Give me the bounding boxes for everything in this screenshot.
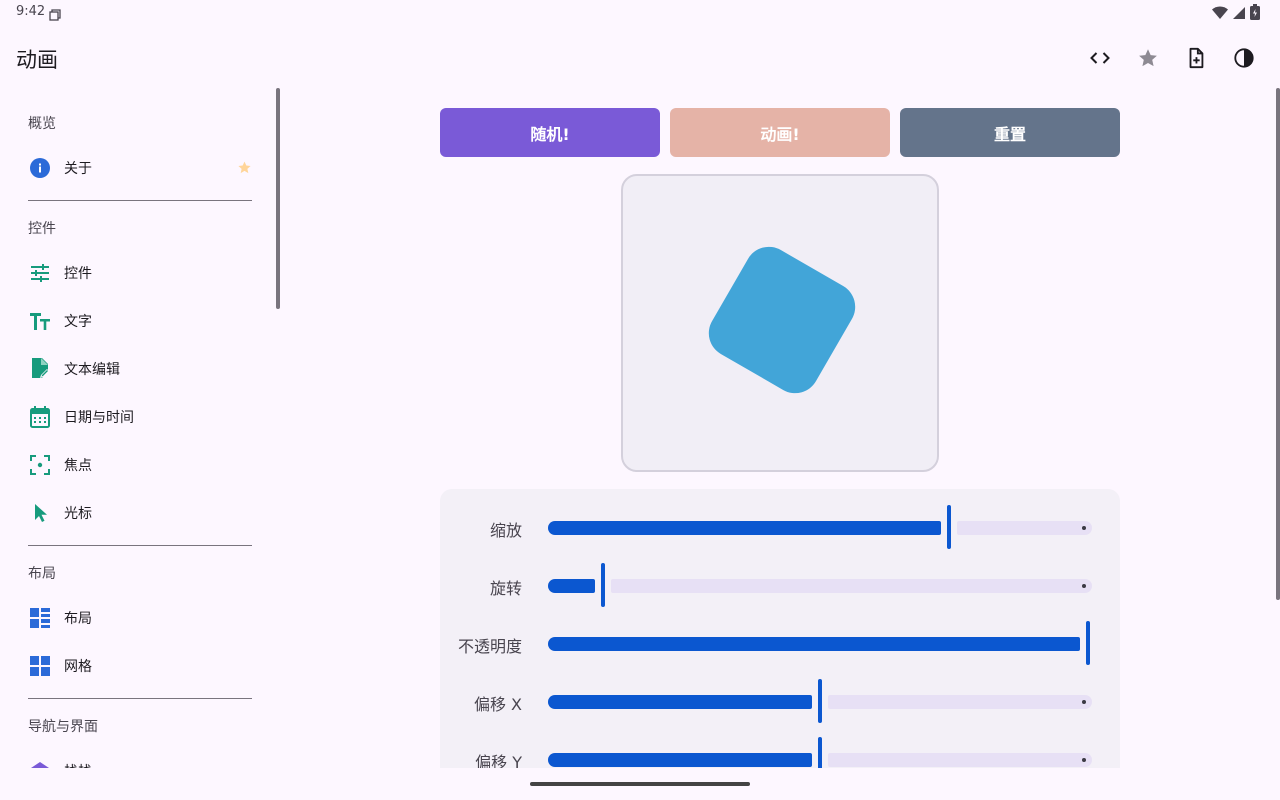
theme-toggle-button[interactable] [1228,42,1260,74]
slider-active-track [548,695,812,709]
info-icon [28,156,52,180]
slider-active-track [548,637,1080,651]
favorite-button[interactable] [1132,42,1164,74]
sidebar-item-cursor[interactable]: 光标 [16,493,260,533]
slider-handle[interactable] [601,563,605,607]
sidebar-item-date-time[interactable]: 日期与时间 [16,397,260,437]
slider-active-track [548,579,595,593]
animate-button[interactable]: 动画! [670,108,890,157]
focus-icon [28,453,52,477]
navigation-drawer: 概览 关于 控件 控件 文字 文本编辑 日期与时间 焦点 光标 布局 布局 网格… [0,88,280,768]
sidebar-item-label: 文字 [64,314,92,330]
slider-label: 旋转 [489,579,522,598]
status-time: 9:42 [16,4,46,19]
favorite-star-icon[interactable] [237,160,252,179]
random-button[interactable]: 随机! [440,108,660,157]
gesture-area [0,768,1280,800]
divider [28,698,252,699]
rotation-slider[interactable] [548,563,1092,607]
sidebar-item-text[interactable]: 文字 [16,301,260,341]
slider-inactive-track [957,521,1092,535]
sidebar-item-label: 光标 [64,506,92,522]
slider-stop-indicator [1082,584,1086,588]
stack-icon [28,759,52,768]
cursor-icon [28,501,52,525]
sidebar-item-label: 布局 [64,611,92,627]
section-layout: 布局 [28,566,56,582]
scale-slider[interactable] [548,505,1092,549]
slider-handle[interactable] [947,505,951,549]
sidebar-item-label: 日期与时间 [64,410,134,426]
sidebar-item-label: 控件 [64,266,92,282]
add-file-icon [1189,47,1204,69]
control-row-scale: 缩放 [440,505,1120,549]
section-navigation: 导航与界面 [28,719,98,735]
gesture-bar[interactable] [530,782,750,786]
page-title: 动画 [16,48,58,72]
app-bar: 动画 [0,32,1280,82]
signal-icon [1232,5,1246,24]
wifi-icon [1212,5,1228,24]
battery-icon [1250,4,1260,24]
reset-button[interactable]: 重置 [900,108,1120,157]
slider-inactive-track [611,579,1092,593]
contrast-icon [1234,48,1254,68]
slider-inactive-track [828,695,1092,709]
slider-handle[interactable] [1086,621,1090,665]
calendar-icon [28,405,52,429]
tune-icon [28,261,52,285]
sidebar-item-label: 文本编辑 [64,362,120,378]
animation-preview [621,174,939,472]
slider-stop-indicator [1082,758,1086,762]
add-file-button[interactable] [1180,42,1212,74]
sidebar-item-text-edit[interactable]: 文本编辑 [16,349,260,389]
slider-active-track [548,753,812,767]
code-icon [1090,52,1110,64]
sidebar-item-focus[interactable]: 焦点 [16,445,260,485]
offset-x-slider[interactable] [548,679,1092,723]
slider-inactive-track [828,753,1092,767]
grid-icon [28,654,52,678]
sidebar-item-label: 网格 [64,659,92,675]
control-row-offset-x: 偏移 X [440,679,1120,723]
sidebar-item-label: 焦点 [64,458,92,474]
slider-label: 不透明度 [457,637,522,656]
slider-stop-indicator [1082,700,1086,704]
slider-active-track [548,521,941,535]
slider-label: 偏移 X [473,695,522,714]
control-row-opacity: 不透明度 [440,621,1120,665]
slider-stop-indicator [1082,526,1086,530]
main-scrollbar[interactable] [1276,88,1280,600]
sidebar-item-stack[interactable]: 栈栈 [16,751,260,768]
star-icon [1139,49,1157,67]
sidebar-item-about[interactable]: 关于 [16,148,260,188]
code-button[interactable] [1084,42,1116,74]
sidebar-item-layout[interactable]: 布局 [16,598,260,638]
divider [28,545,252,546]
slider-label: 缩放 [489,521,522,540]
text-icon [28,309,52,333]
sidebar-item-label: 关于 [64,161,92,177]
sidebar-scrollbar[interactable] [276,88,280,309]
control-row-rotation: 旋转 [440,563,1120,607]
controls-panel: 缩放 旋转 不透明度 偏移 X 偏移 Y [440,489,1120,781]
status-bar: 9:42 [0,0,1280,24]
sidebar-item-label: 栈栈 [64,761,92,768]
sidebar-item-grid[interactable]: 网格 [16,646,260,686]
sidebar-item-controls[interactable]: 控件 [16,253,260,293]
layout-icon [28,606,52,630]
section-controls: 控件 [28,221,56,237]
action-buttons: 随机! 动画! 重置 [440,108,1120,157]
section-overview: 概览 [28,116,56,132]
opacity-slider[interactable] [548,621,1092,665]
animated-shape [700,238,864,402]
divider [28,200,252,201]
slider-handle[interactable] [818,679,822,723]
edit-note-icon [28,357,52,381]
screen-record-icon [49,6,61,25]
